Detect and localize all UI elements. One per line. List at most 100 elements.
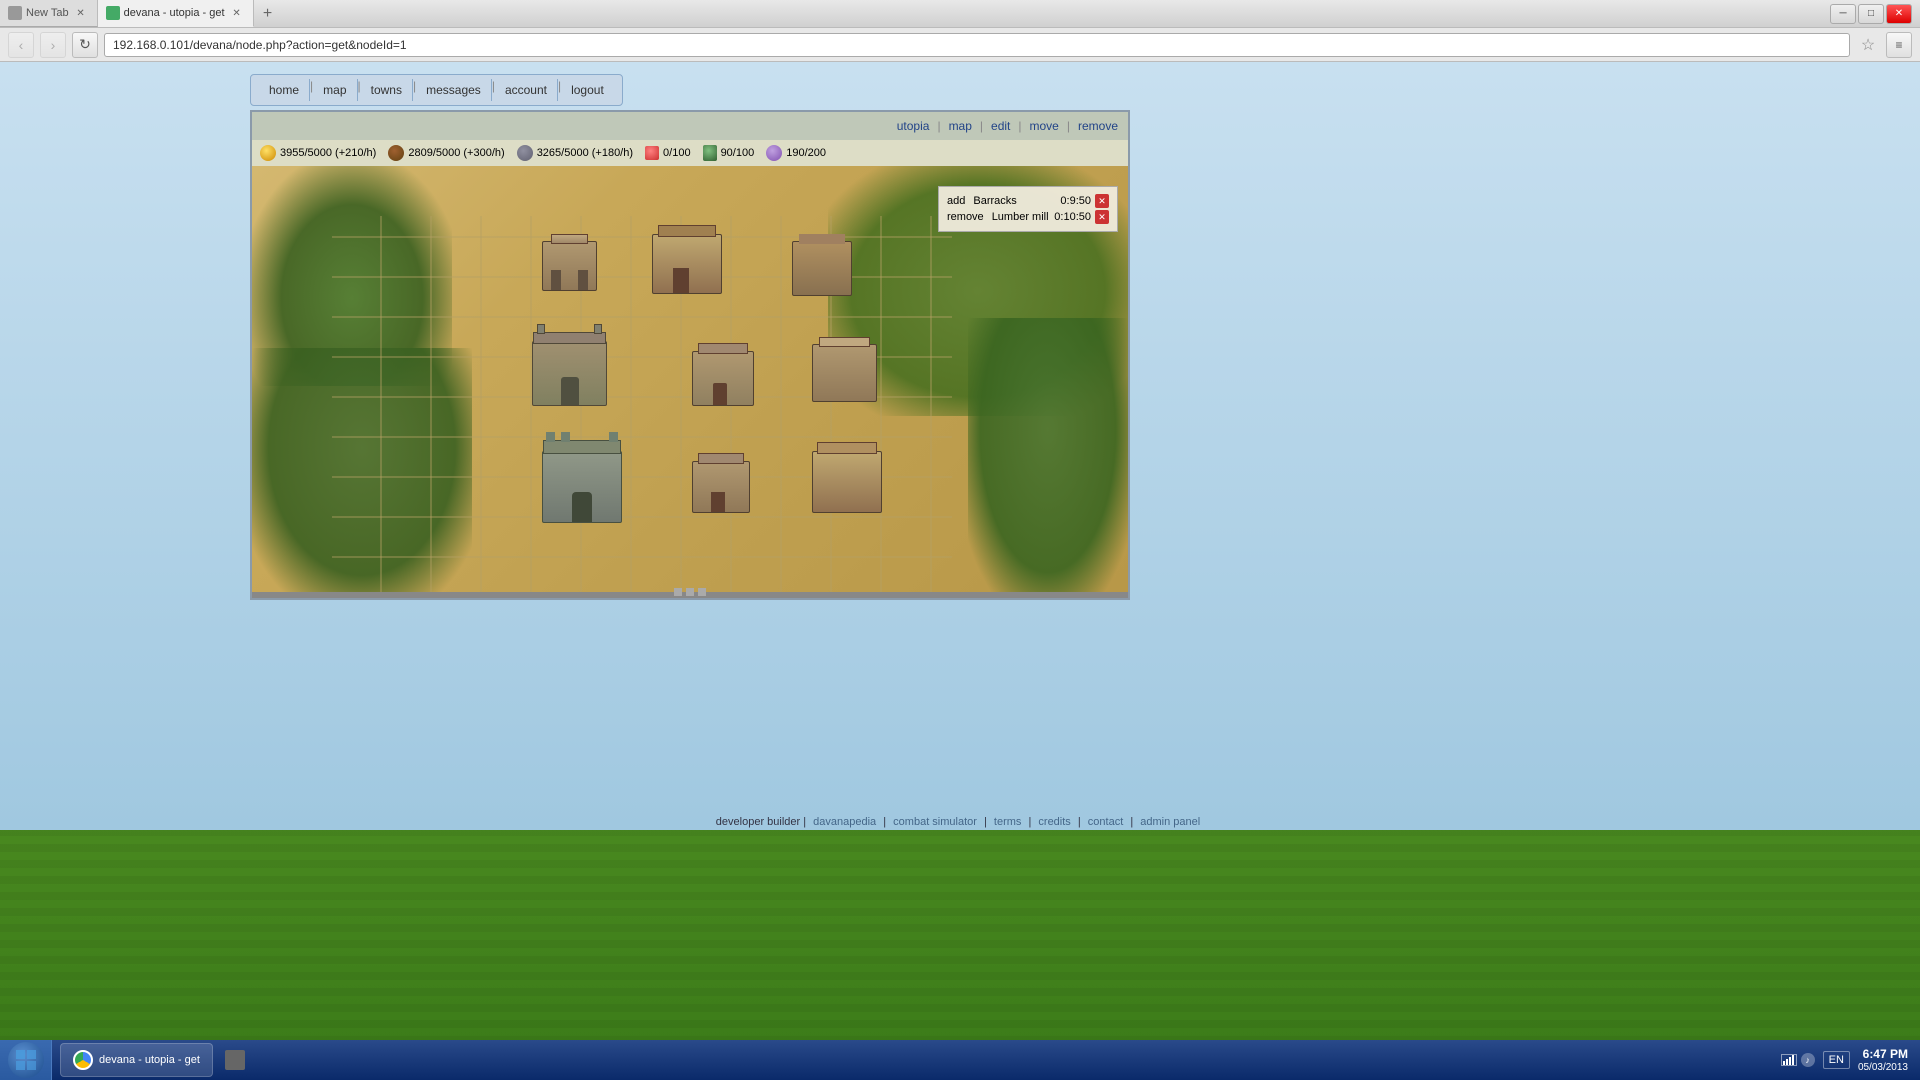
- game-viewport[interactable]: add Barracks 0:9:50 ✕ remove Lumber mill…: [252, 166, 1128, 598]
- wood-value: 2809/5000 (+300/h): [408, 147, 504, 159]
- scroll-arrows: [674, 588, 706, 596]
- queue-item-1: add Barracks 0:9:50 ✕: [947, 193, 1109, 209]
- toolbar-edit[interactable]: edit: [991, 119, 1010, 133]
- queue-time-2: 0:10:50: [1054, 211, 1091, 223]
- game-content-area: home | map | towns | messages | account …: [0, 62, 1920, 830]
- language-button[interactable]: EN: [1823, 1051, 1850, 1069]
- taskbar-chrome-label: devana - utopia - get: [99, 1054, 200, 1066]
- game-scrollbar[interactable]: [252, 592, 1128, 598]
- building-7[interactable]: [542, 451, 622, 523]
- army-icon: [703, 145, 717, 161]
- build-queue-popup: add Barracks 0:9:50 ✕ remove Lumber mill…: [938, 186, 1118, 232]
- toolbar-map[interactable]: map: [949, 119, 972, 133]
- browser-window: New Tab ✕ devana - utopia - get ✕ + ─ □ …: [0, 0, 1920, 830]
- gold-value: 3955/5000 (+210/h): [280, 147, 376, 159]
- address-input[interactable]: [104, 33, 1850, 57]
- toolbar-move[interactable]: move: [1030, 119, 1059, 133]
- resource-population: 0/100: [645, 146, 691, 160]
- back-button[interactable]: ‹: [8, 32, 34, 58]
- queue-close-button-1[interactable]: ✕: [1095, 194, 1109, 208]
- nav-logout[interactable]: logout: [561, 79, 614, 101]
- new-tab-button[interactable]: +: [254, 0, 282, 27]
- game-toolbar: utopia | map | edit | move | remove: [252, 112, 1128, 140]
- title-bar: New Tab ✕ devana - utopia - get ✕ + ─ □ …: [0, 0, 1920, 28]
- building-6[interactable]: [812, 344, 877, 402]
- toolbar-utopia[interactable]: utopia: [897, 119, 930, 133]
- footer-combat-simulator[interactable]: combat simulator: [893, 816, 977, 828]
- queue-close-button-2[interactable]: ✕: [1095, 210, 1109, 224]
- building-5[interactable]: [692, 351, 754, 406]
- clock-display: 6:47 PM 05/03/2013: [1858, 1047, 1908, 1073]
- developer-builder-label: developer builder: [716, 816, 800, 828]
- clock-time: 6:47 PM: [1863, 1047, 1908, 1061]
- footer-admin-panel[interactable]: admin panel: [1140, 816, 1200, 828]
- tab-close-new-tab[interactable]: ✕: [73, 5, 89, 21]
- tab-favicon-game: [106, 6, 120, 20]
- stone-icon: [517, 145, 533, 161]
- close-button[interactable]: ✕: [1886, 4, 1912, 24]
- maximize-button[interactable]: □: [1858, 4, 1884, 24]
- building-2[interactable]: [652, 234, 722, 294]
- building-9[interactable]: [812, 451, 882, 513]
- tab-game[interactable]: devana - utopia - get ✕: [98, 0, 254, 27]
- toolbar-remove[interactable]: remove: [1078, 119, 1118, 133]
- queue-building-1: Barracks: [973, 195, 1056, 207]
- bookmark-star[interactable]: ☆: [1856, 33, 1880, 57]
- resource-army: 90/100: [703, 145, 755, 161]
- footer-terms[interactable]: terms: [994, 816, 1022, 828]
- desktop: New Tab ✕ devana - utopia - get ✕ + ─ □ …: [0, 0, 1920, 1080]
- taskbar-app-2[interactable]: [217, 1043, 253, 1077]
- wood-icon: [388, 145, 404, 161]
- footer-davanapedia[interactable]: davanapedia: [813, 816, 876, 828]
- stone-value: 3265/5000 (+180/h): [537, 147, 633, 159]
- taskbar: devana - utopia - get ♪ EN 6:47 PM 05/03…: [0, 1040, 1920, 1080]
- footer-credits[interactable]: credits: [1038, 816, 1070, 828]
- tab-close-game[interactable]: ✕: [229, 5, 245, 21]
- page-footer: developer builder | davanapedia | combat…: [0, 816, 1920, 828]
- forward-button[interactable]: ›: [40, 32, 66, 58]
- chrome-menu-button[interactable]: ≡: [1886, 32, 1912, 58]
- nav-messages[interactable]: messages: [416, 79, 492, 101]
- system-tray: ♪: [1781, 1053, 1815, 1067]
- nav-towns[interactable]: towns: [361, 79, 413, 101]
- network-icon: [1781, 1054, 1797, 1066]
- scroll-arrow-3[interactable]: [698, 588, 706, 596]
- queue-action-2: remove: [947, 211, 984, 223]
- queue-time-1: 0:9:50: [1060, 195, 1091, 207]
- reload-button[interactable]: ↻: [72, 32, 98, 58]
- resource-gold: 3955/5000 (+210/h): [260, 145, 376, 161]
- footer-contact[interactable]: contact: [1088, 816, 1123, 828]
- page-navigation: home | map | towns | messages | account …: [250, 74, 623, 106]
- windows-orb: [8, 1042, 44, 1078]
- sound-icon: ♪: [1801, 1053, 1815, 1067]
- nav-account[interactable]: account: [495, 79, 558, 101]
- game-window: utopia | map | edit | move | remove 3955…: [250, 110, 1130, 600]
- resource-stone: 3265/5000 (+180/h): [517, 145, 633, 161]
- vegetation-bottomright: [968, 318, 1128, 598]
- minimize-button[interactable]: ─: [1830, 4, 1856, 24]
- start-button[interactable]: [0, 1040, 52, 1080]
- clock-date: 05/03/2013: [1858, 1062, 1908, 1073]
- resources-bar: 3955/5000 (+210/h) 2809/5000 (+300/h) 32…: [252, 140, 1128, 166]
- tab-title-game: devana - utopia - get: [124, 7, 225, 19]
- tab-new-tab[interactable]: New Tab ✕: [0, 0, 98, 27]
- taskbar-chrome-app[interactable]: devana - utopia - get: [60, 1043, 213, 1077]
- nav-home[interactable]: home: [259, 79, 310, 101]
- population-value: 0/100: [663, 147, 691, 159]
- building-1[interactable]: [542, 241, 597, 291]
- building-3[interactable]: [792, 241, 852, 296]
- resource-wood: 2809/5000 (+300/h): [388, 145, 504, 161]
- chrome-taskbar-icon: [73, 1050, 93, 1070]
- windows-logo: [15, 1049, 37, 1071]
- queue-building-2: Lumber mill: [992, 211, 1051, 223]
- population-icon: [645, 146, 659, 160]
- resource-faith: 190/200: [766, 145, 826, 161]
- tab-favicon-new-tab: [8, 6, 22, 20]
- building-8[interactable]: [692, 461, 750, 513]
- nav-map[interactable]: map: [313, 79, 357, 101]
- stone-tiles: [332, 216, 952, 596]
- scroll-arrow-2[interactable]: [686, 588, 694, 596]
- faith-icon: [766, 145, 782, 161]
- building-4[interactable]: [532, 341, 607, 406]
- scroll-arrow-1[interactable]: [674, 588, 682, 596]
